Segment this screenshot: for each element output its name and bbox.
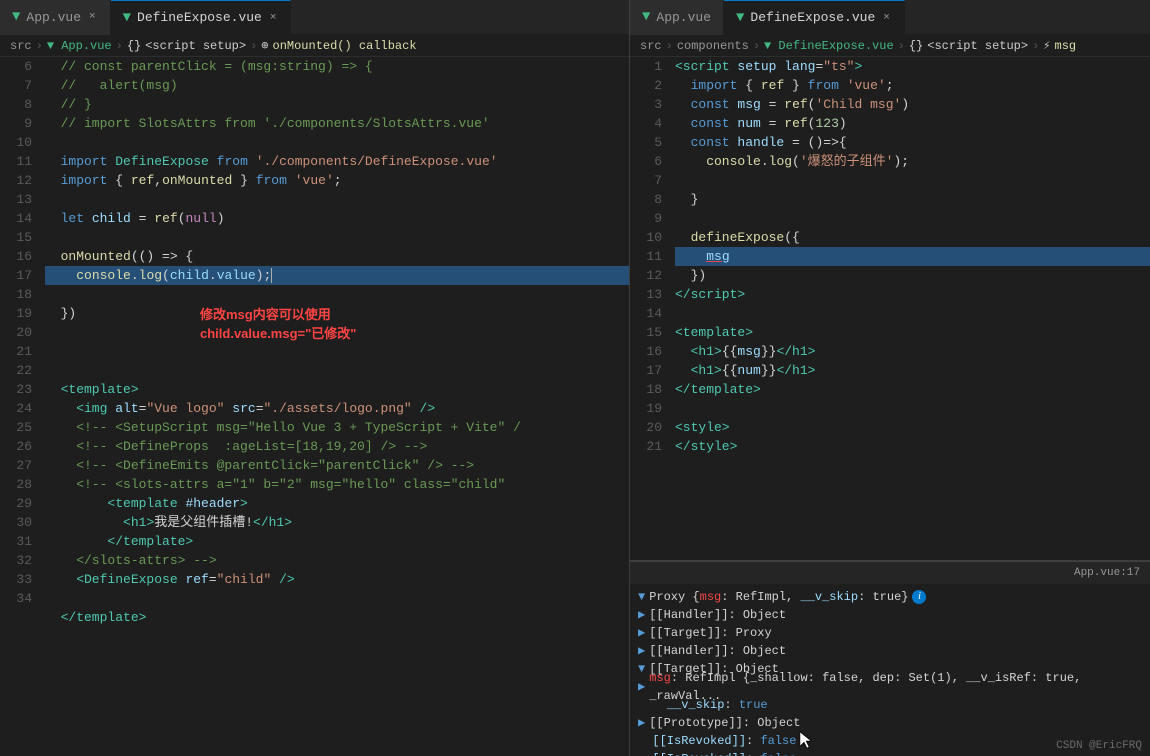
tab-label: App.vue: [656, 10, 711, 25]
vue-icon: ▼: [642, 9, 650, 25]
mouse-cursor: [800, 732, 816, 748]
tab-label: DefineExpose.vue: [750, 10, 875, 25]
tab-app-vue-left[interactable]: ▼ App.vue ×: [0, 0, 111, 35]
watermark: CSDN @EricFRQ: [1056, 740, 1142, 752]
tab-close[interactable]: ×: [881, 10, 892, 26]
right-breadcrumb: src › components › ▼ DefineExpose.vue › …: [630, 35, 1150, 57]
left-breadcrumb: src › ▼ App.vue › {} <script setup> › ⊕ …: [0, 35, 629, 57]
right-tab-bar: ▼ App.vue ▼ DefineExpose.vue ×: [630, 0, 1150, 35]
left-code-area: 678910 1112131415 1617181920 2122232425 …: [0, 57, 629, 756]
tab-close[interactable]: ×: [87, 9, 98, 25]
left-code-lines: // const parentClick = (msg:string) => {…: [40, 57, 629, 756]
debug-content: ▼ Proxy {msg: RefImpl, __v_skip: true} i…: [630, 584, 1150, 756]
debug-line-2: ▶ [[Handler]]: Object: [638, 606, 1142, 624]
tab-label: App.vue: [26, 10, 81, 25]
info-icon: i: [912, 590, 926, 604]
annotation-line1: 修改msg内容可以使用: [200, 304, 356, 323]
right-line-numbers: 12345 678910 1112131415 1617181920 21: [630, 57, 670, 560]
debug-line-8: ▶ [[Prototype]]: Object: [638, 714, 1142, 732]
right-code-lines: <script setup lang="ts"> import { ref } …: [670, 57, 1150, 560]
tab-defineexpose-vue-left[interactable]: ▼ DefineExpose.vue ×: [111, 0, 292, 35]
debug-line-1: ▼ Proxy {msg: RefImpl, __v_skip: true} i: [638, 588, 1142, 606]
debug-header: App.vue:17: [630, 562, 1150, 584]
debug-source: App.vue:17: [1074, 567, 1140, 579]
left-tab-bar: ▼ App.vue × ▼ DefineExpose.vue ×: [0, 0, 629, 35]
vue-icon: ▼: [123, 10, 131, 26]
debug-line-4: ▶ [[Handler]]: Object: [638, 642, 1142, 660]
right-code-area: 12345 678910 1112131415 1617181920 21 <s…: [630, 57, 1150, 560]
vue-icon: ▼: [736, 10, 744, 26]
vue-icon: ▼: [12, 9, 20, 25]
left-line-numbers: 678910 1112131415 1617181920 2122232425 …: [0, 57, 40, 756]
annotation-line2: child.value.msg="已修改": [200, 323, 356, 342]
annotation: 修改msg内容可以使用 child.value.msg="已修改": [200, 304, 356, 342]
debug-line-3: ▶ [[Target]]: Proxy: [638, 624, 1142, 642]
tab-app-vue-right[interactable]: ▼ App.vue: [630, 0, 724, 35]
debug-console: App.vue:17 ▼ Proxy {msg: RefImpl, __v_sk…: [630, 561, 1150, 756]
tab-close[interactable]: ×: [268, 10, 279, 26]
tab-defineexpose-vue-right[interactable]: ▼ DefineExpose.vue ×: [724, 0, 905, 35]
tab-label: DefineExpose.vue: [137, 10, 262, 25]
debug-line-6: ▶ msg: RefImpl {_shallow: false, dep: Se…: [638, 678, 1142, 696]
